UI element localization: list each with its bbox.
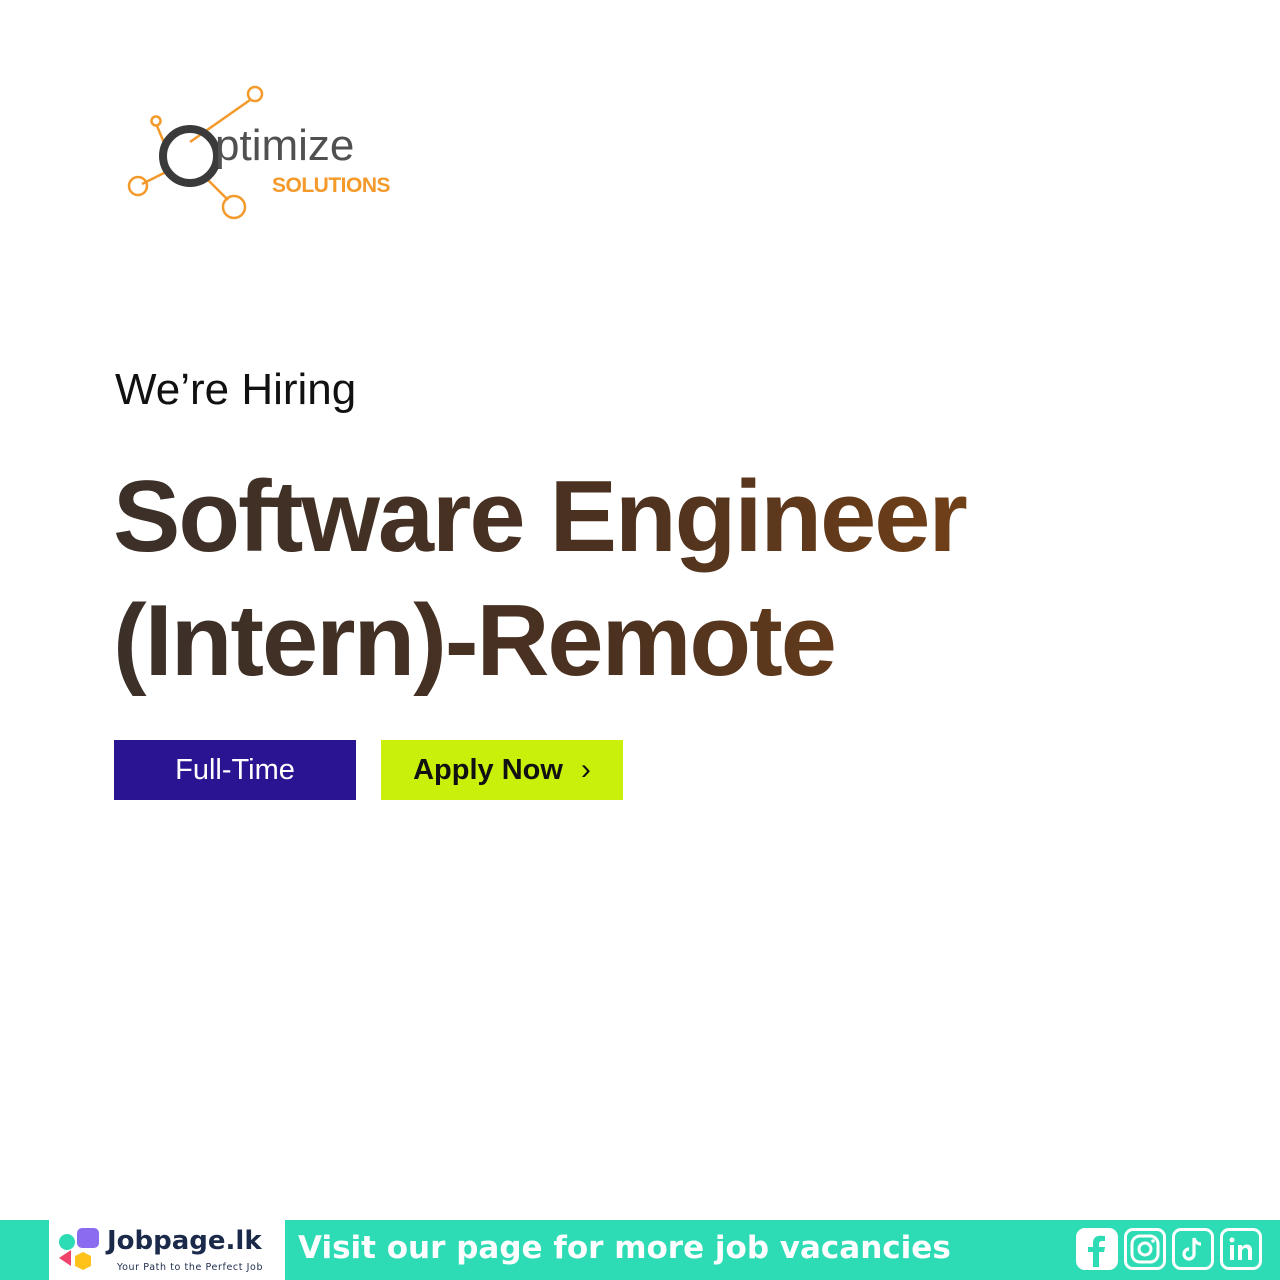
jobpage-logo-icon: [59, 1228, 99, 1270]
apply-now-button[interactable]: Apply Now ›: [381, 740, 623, 800]
job-title: Software Engineer (Intern)-Remote: [113, 455, 1213, 703]
logo-subtitle: SOLUTIONS: [272, 174, 391, 197]
tiktok-icon[interactable]: [1172, 1228, 1214, 1270]
employment-type-badge: Full-Time: [114, 740, 356, 800]
logo-wordmark: ptimize: [215, 121, 355, 170]
job-title-line-2: (Intern)-Remote: [113, 585, 835, 697]
apply-now-label: Apply Now: [413, 753, 563, 786]
company-logo: ptimize SOLUTIONS: [120, 80, 420, 230]
jobpage-brand-tagline: Your Path to the Perfect Job: [117, 1262, 264, 1273]
job-title-line-1: Software Engineer: [113, 461, 966, 573]
footer-bar: Jobpage.lk Your Path to the Perfect Job …: [0, 1220, 1280, 1280]
facebook-icon[interactable]: [1076, 1228, 1118, 1270]
employment-type-label: Full-Time: [175, 753, 295, 786]
footer-cta-text: Visit our page for more job vacancies: [298, 1230, 951, 1266]
jobpage-brand-name: Jobpage.lk: [107, 1226, 262, 1256]
social-links: [1076, 1228, 1262, 1270]
linkedin-icon[interactable]: [1220, 1228, 1262, 1270]
jobpage-brand[interactable]: Jobpage.lk Your Path to the Perfect Job: [49, 1220, 285, 1280]
instagram-icon[interactable]: [1124, 1228, 1166, 1270]
hiring-heading: We’re Hiring: [115, 365, 357, 414]
chevron-right-icon: ›: [580, 753, 591, 786]
